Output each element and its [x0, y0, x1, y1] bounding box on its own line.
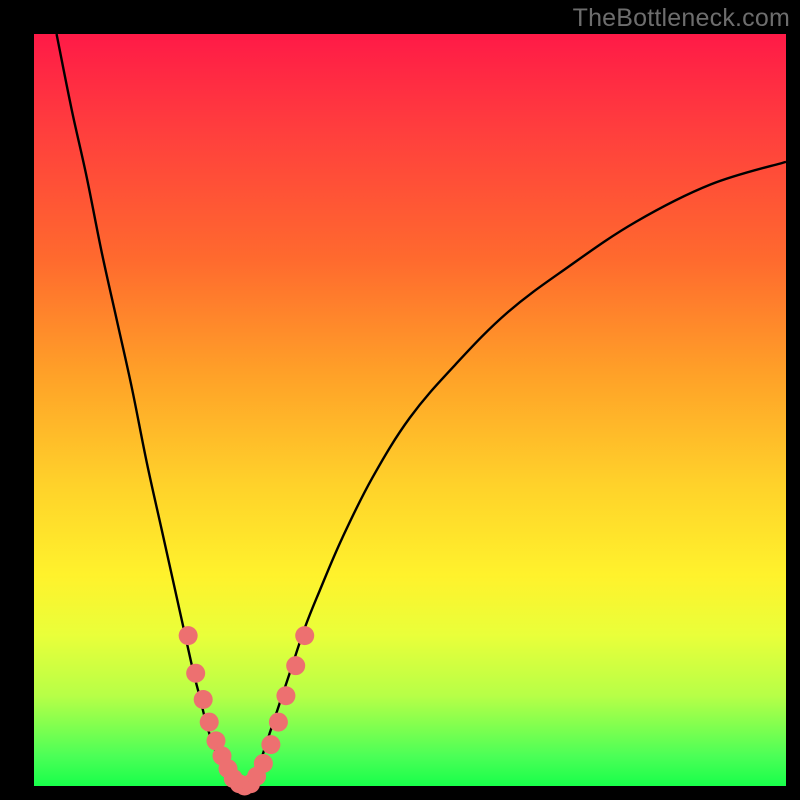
- data-marker: [261, 735, 280, 754]
- data-marker: [295, 626, 314, 645]
- data-marker: [179, 626, 198, 645]
- chart-frame: TheBottleneck.com: [0, 0, 800, 800]
- data-marker: [186, 664, 205, 683]
- curve-svg: [34, 34, 786, 786]
- data-marker: [286, 656, 305, 675]
- plot-area: [34, 34, 786, 786]
- data-marker: [254, 754, 273, 773]
- data-marker: [276, 686, 295, 705]
- data-marker: [269, 713, 288, 732]
- curve-left-branch: [57, 34, 245, 786]
- curve-right-branch: [245, 162, 786, 786]
- curve-markers: [179, 626, 315, 795]
- watermark-text: TheBottleneck.com: [573, 4, 790, 33]
- data-marker: [200, 713, 219, 732]
- data-marker: [194, 690, 213, 709]
